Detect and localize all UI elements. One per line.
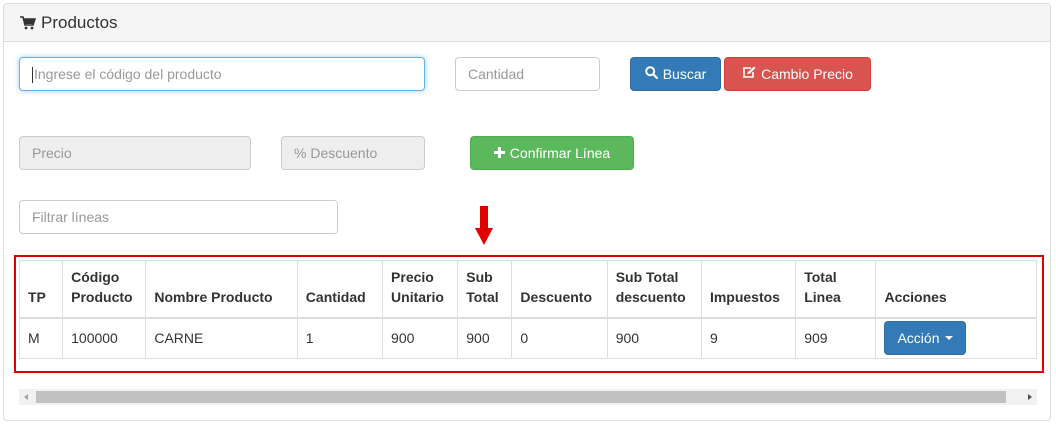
cell-acciones: Acción	[875, 317, 1037, 359]
filter-lines-input[interactable]: Filtrar líneas	[19, 200, 338, 234]
col-header-precio: Precio Unitario	[382, 260, 459, 318]
col-header-impuestos: Impuestos	[700, 260, 797, 318]
confirm-line-label: Confirmar Línea	[509, 145, 611, 161]
caret-down-icon	[945, 336, 954, 341]
cell-impuestos: 9	[700, 317, 797, 359]
search-button-label: Buscar	[662, 66, 707, 82]
table-row: M 100000 CARNE 1 900 900 0 900 9 909 Acc…	[18, 317, 1037, 359]
filter-lines-placeholder: Filtrar líneas	[32, 209, 110, 225]
cell-nombre: CARNE	[145, 317, 298, 359]
change-price-button[interactable]: Cambio Precio	[724, 57, 871, 91]
discount-input[interactable]: % Descuento	[281, 136, 425, 170]
product-code-input[interactable]: Ingrese el código del producto	[19, 57, 425, 91]
search-icon	[644, 66, 658, 82]
cell-tp: M	[18, 317, 64, 359]
shopping-cart-icon	[20, 16, 36, 30]
col-header-acciones: Acciones	[875, 260, 1037, 318]
cell-cantidad: 1	[296, 317, 384, 359]
table-header-row: TP Código Producto Nombre Producto Cantid…	[18, 260, 1037, 318]
col-header-nombre: Nombre Producto	[145, 260, 298, 318]
cell-descuento: 0	[511, 317, 608, 359]
col-header-total: Total Linea	[795, 260, 877, 318]
confirm-line-button[interactable]: Confirmar Línea	[470, 136, 634, 170]
panel-heading: Productos	[4, 4, 1050, 42]
lines-table: TP Código Producto Nombre Producto Cantid…	[18, 260, 1037, 359]
text-caret	[32, 67, 33, 84]
price-input[interactable]: Precio	[19, 136, 251, 170]
change-price-label: Cambio Precio	[761, 66, 853, 82]
product-code-placeholder: Ingrese el código del producto	[34, 66, 222, 82]
discount-placeholder: % Descuento	[294, 145, 378, 161]
col-header-cantidad: Cantidad	[296, 260, 384, 318]
scroll-left-icon[interactable]	[24, 394, 28, 400]
col-header-subtotal: Sub Total	[457, 260, 513, 318]
scrollbar-thumb[interactable]	[36, 391, 1006, 403]
panel-title: Productos	[20, 13, 118, 33]
cell-precio-unitario: 900	[382, 317, 459, 359]
scroll-right-icon[interactable]	[1028, 394, 1032, 400]
price-placeholder: Precio	[32, 145, 72, 161]
horizontal-scrollbar[interactable]	[19, 389, 1037, 405]
cell-sub-total-descuento: 900	[606, 317, 702, 359]
col-header-tp: TP	[18, 260, 64, 318]
cell-sub-total: 900	[457, 317, 513, 359]
edit-icon	[742, 66, 756, 82]
action-dropdown-label: Acción	[897, 330, 940, 347]
col-header-codigo: Código Producto	[62, 260, 147, 318]
plus-icon	[493, 145, 505, 161]
quantity-input[interactable]: Cantidad	[455, 57, 600, 91]
red-arrow-annotation	[475, 206, 493, 249]
action-dropdown-button[interactable]: Acción	[884, 321, 967, 356]
col-header-subtotal-descuento: Sub Total descuento	[606, 260, 702, 318]
search-button[interactable]: Buscar	[630, 57, 721, 91]
quantity-placeholder: Cantidad	[468, 66, 525, 82]
panel-title-text: Productos	[41, 13, 118, 32]
cell-codigo: 100000	[62, 317, 147, 359]
cell-total-linea: 909	[795, 317, 877, 359]
col-header-descuento: Descuento	[511, 260, 608, 318]
